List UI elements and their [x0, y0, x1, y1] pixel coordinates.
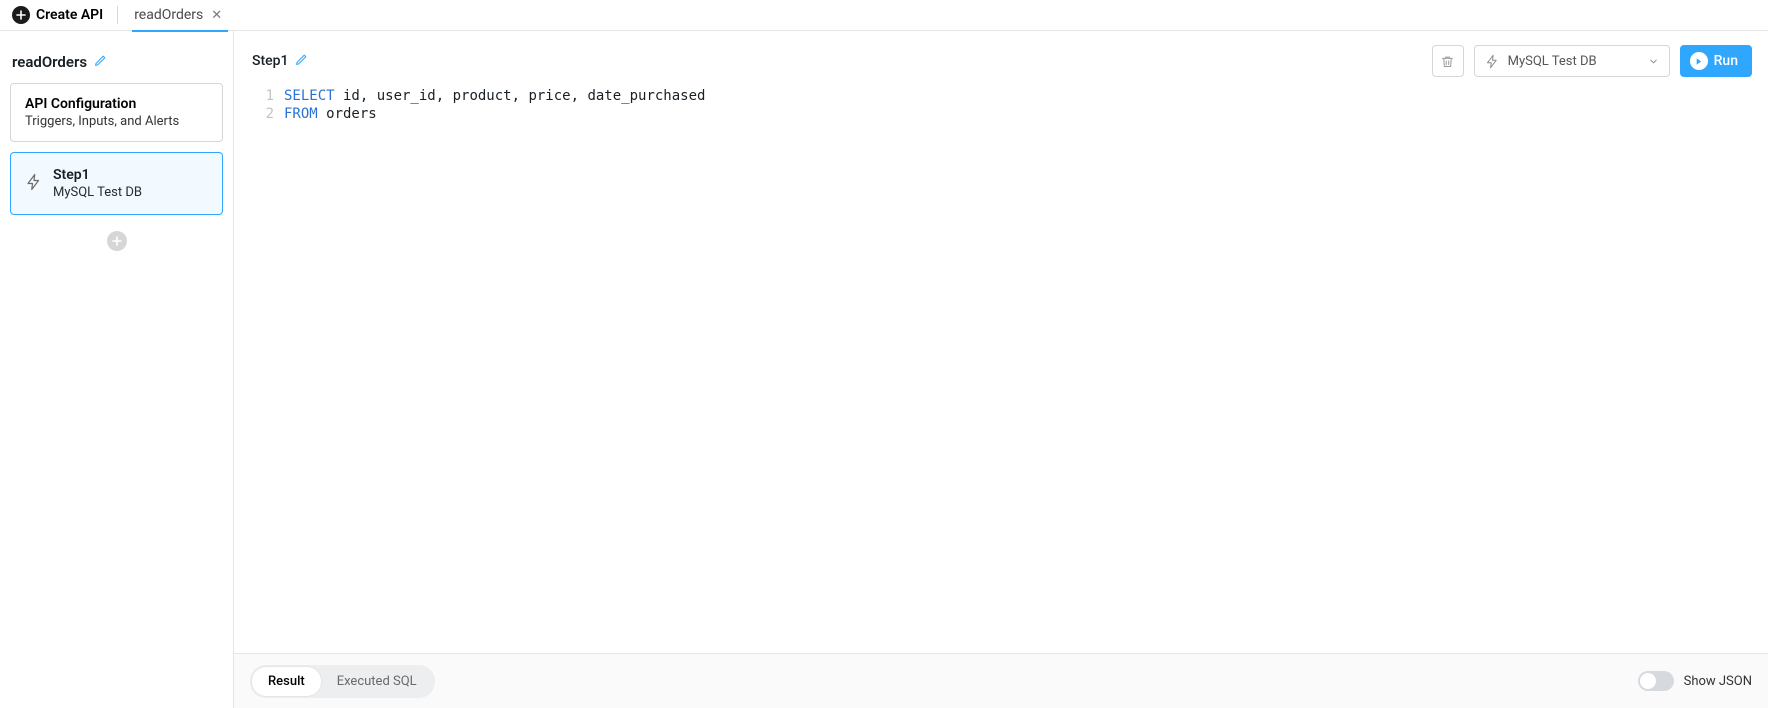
tab-readorders[interactable]: readOrders ✕: [132, 0, 228, 31]
play-icon: [1690, 52, 1708, 70]
plus-icon: [12, 6, 30, 24]
api-configuration-card[interactable]: API Configuration Triggers, Inputs, and …: [10, 83, 223, 142]
api-config-subtitle: Triggers, Inputs, and Alerts: [25, 114, 208, 129]
main-header: Step1 MySQL Test DB: [234, 31, 1768, 85]
step-card-step1[interactable]: Step1 MySQL Test DB: [10, 152, 223, 215]
database-select-label: MySQL Test DB: [1508, 54, 1597, 69]
lightning-icon: [25, 173, 43, 195]
lightning-icon: [1485, 54, 1500, 69]
api-name-row: readOrders: [10, 45, 223, 73]
create-api-label: Create API: [36, 7, 103, 23]
editor-code: SELECT id, user_id, product, price, date…: [284, 87, 705, 105]
step-title: Step1: [53, 167, 142, 183]
add-step-button[interactable]: [107, 231, 127, 251]
pencil-icon[interactable]: [295, 53, 308, 70]
api-name: readOrders: [12, 53, 87, 71]
run-button[interactable]: Run: [1680, 45, 1752, 77]
gutter-number: 1: [234, 87, 284, 105]
result-tabs: Result Executed SQL: [250, 665, 435, 698]
chevron-down-icon: [1648, 56, 1659, 67]
gutter-number: 2: [234, 105, 284, 123]
close-icon[interactable]: ✕: [211, 8, 222, 23]
step-title-text: Step1: [252, 53, 288, 69]
create-api-button[interactable]: Create API: [12, 6, 103, 24]
sql-editor[interactable]: 1SELECT id, user_id, product, price, dat…: [234, 85, 1768, 653]
show-json-label: Show JSON: [1684, 674, 1752, 689]
step-title-header: Step1: [252, 53, 308, 70]
pencil-icon[interactable]: [94, 54, 107, 71]
editor-code: FROM orders: [284, 105, 377, 123]
tab-executed-sql[interactable]: Executed SQL: [321, 667, 433, 696]
editor-line: 2FROM orders: [234, 105, 1768, 123]
sidebar: readOrders API Configuration Triggers, I…: [0, 31, 234, 708]
step-subtitle: MySQL Test DB: [53, 185, 142, 200]
footer: Result Executed SQL Show JSON: [234, 653, 1768, 708]
api-config-title: API Configuration: [25, 96, 208, 112]
run-label: Run: [1714, 53, 1738, 69]
tab-result[interactable]: Result: [252, 667, 321, 696]
database-select[interactable]: MySQL Test DB: [1474, 45, 1670, 77]
delete-step-button[interactable]: [1432, 45, 1464, 77]
tab-label: readOrders: [134, 7, 203, 23]
divider: [117, 6, 118, 24]
editor-line: 1SELECT id, user_id, product, price, dat…: [234, 87, 1768, 105]
trash-icon: [1440, 54, 1455, 69]
top-bar: Create API readOrders ✕: [0, 0, 1768, 31]
show-json-toggle[interactable]: [1638, 671, 1674, 691]
